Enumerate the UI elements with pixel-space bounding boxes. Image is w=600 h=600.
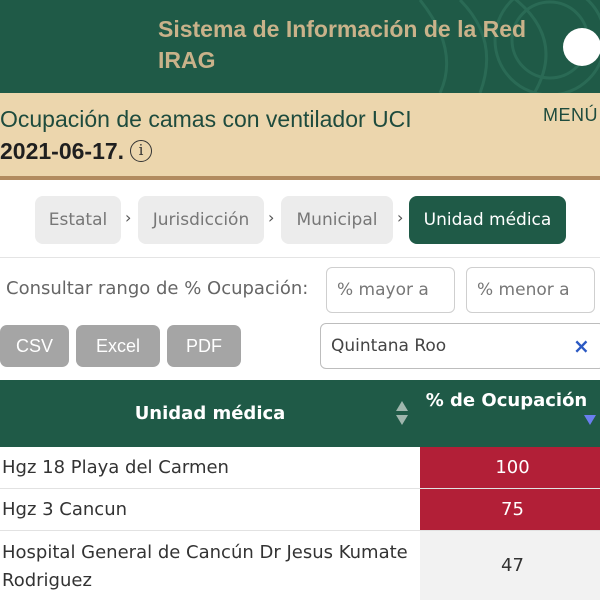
- table-row[interactable]: Hospital General de Cancún Dr Jesus Kuma…: [0, 531, 600, 600]
- column-header-ocupacion[interactable]: % de Ocupación: [420, 388, 600, 414]
- sort-icon[interactable]: [395, 400, 409, 426]
- ocupacion-cell: 75: [420, 489, 600, 530]
- menu-button[interactable]: MENÚ: [543, 105, 598, 126]
- breadcrumb-separator: ›: [268, 208, 275, 227]
- sort-descending-icon[interactable]: [583, 414, 597, 426]
- page-date: 2021-06-17.: [0, 138, 125, 164]
- page-title-text: Ocupación de camas con ventilador UCI: [0, 106, 412, 132]
- occupancy-table: Unidad médica % de Ocupación Hgz 18 Play…: [0, 380, 600, 600]
- table-header: Unidad médica % de Ocupación: [0, 380, 600, 447]
- unidad-cell: Hgz 18 Playa del Carmen: [2, 457, 229, 478]
- clear-search-icon[interactable]: ×: [573, 334, 590, 358]
- breadcrumb: Estatal › Jurisdicción › Municipal › Uni…: [0, 196, 600, 244]
- breadcrumb-separator: ›: [125, 208, 132, 227]
- page-banner: Ocupación de camas con ventilador UCI 20…: [0, 93, 600, 180]
- search-input[interactable]: [331, 331, 561, 361]
- toggle-button[interactable]: [563, 28, 600, 66]
- ocupacion-cell: 100: [420, 447, 600, 488]
- export-pdf-button[interactable]: PDF: [167, 325, 241, 367]
- breadcrumb-item-unidad-medica[interactable]: Unidad médica: [409, 196, 566, 244]
- app-header: Sistema de Información de la Red IRAG: [0, 0, 600, 93]
- ocupacion-cell: 47: [420, 531, 600, 600]
- unidad-cell: Hospital General de Cancún Dr Jesus Kuma…: [2, 542, 408, 591]
- occupancy-range-filter: Consultar rango de % Ocupación:: [0, 257, 600, 313]
- unidad-cell: Hgz 3 Cancun: [2, 499, 128, 520]
- export-excel-button[interactable]: Excel: [76, 325, 160, 367]
- range-filter-label: Consultar rango de % Ocupación:: [6, 278, 309, 299]
- table-row[interactable]: Hgz 18 Playa del Carmen 100: [0, 447, 600, 489]
- column-header-unidad-medica[interactable]: Unidad médica: [0, 380, 420, 447]
- max-occupancy-input[interactable]: [466, 267, 595, 313]
- table-row[interactable]: Hgz 3 Cancun 75: [0, 489, 600, 531]
- page-title: Ocupación de camas con ventilador UCI 20…: [0, 103, 490, 167]
- breadcrumb-item-estatal[interactable]: Estatal: [35, 196, 121, 244]
- breadcrumb-separator: ›: [397, 208, 404, 227]
- min-occupancy-input[interactable]: [326, 267, 455, 313]
- app-title: Sistema de Información de la Red IRAG: [158, 16, 527, 73]
- search-box: ×: [320, 323, 600, 369]
- export-csv-button[interactable]: CSV: [0, 325, 69, 367]
- breadcrumb-item-municipal[interactable]: Municipal: [281, 196, 393, 244]
- info-icon[interactable]: i: [130, 140, 153, 162]
- breadcrumb-item-jurisdiccion[interactable]: Jurisdicción: [138, 196, 264, 244]
